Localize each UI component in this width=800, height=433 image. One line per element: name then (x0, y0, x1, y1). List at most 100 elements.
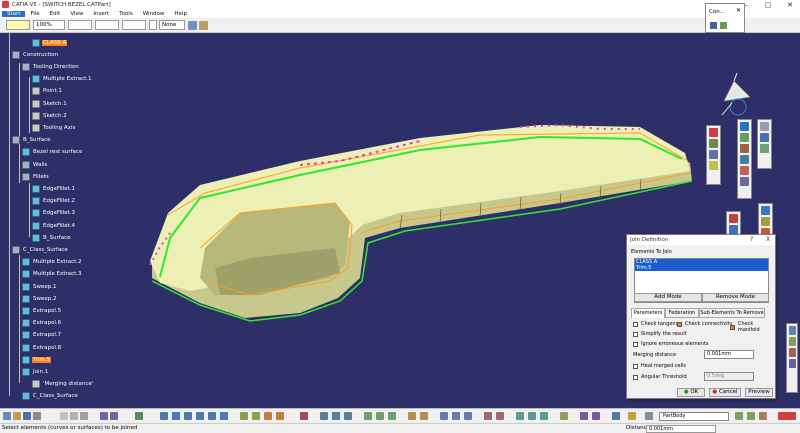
plane-icon[interactable] (344, 412, 352, 420)
angular-threshold-checkbox[interactable]: Angular Threshold (633, 374, 687, 380)
tree-node[interactable]: Trim.5 (22, 355, 51, 364)
measure-icon[interactable] (300, 412, 308, 420)
point-icon[interactable] (320, 412, 328, 420)
ok-button[interactable]: ● OK (677, 388, 705, 397)
print-icon[interactable] (33, 412, 41, 420)
sweep-icon[interactable] (388, 412, 396, 420)
tree-node[interactable]: Extrapol.6 (22, 319, 62, 328)
right-toolbar-3[interactable] (757, 119, 772, 169)
pan-icon[interactable] (172, 412, 180, 420)
draft-analysis-icon[interactable] (592, 412, 600, 420)
translate-icon[interactable] (516, 412, 524, 420)
right-toolbar-6[interactable] (786, 323, 798, 393)
shading-icon[interactable] (252, 412, 260, 420)
tree-node[interactable]: EdgeFillet.1 (32, 184, 76, 193)
offset-icon[interactable] (408, 412, 416, 420)
extract-icon[interactable] (484, 412, 492, 420)
tree-node[interactable]: Extrapol.7 (22, 331, 62, 340)
right-toolbar-2[interactable] (737, 119, 752, 199)
tree-node[interactable]: Sweep.1 (22, 282, 58, 291)
line-thickness-select[interactable] (68, 20, 92, 30)
iso-view-icon[interactable] (240, 412, 248, 420)
tree-node[interactable]: B_Surface (32, 233, 71, 242)
tree-node[interactable]: C_Class_Surface (12, 245, 69, 254)
copy-icon[interactable] (70, 412, 78, 420)
rotate-icon[interactable] (184, 412, 192, 420)
body-select[interactable]: PartBody (659, 412, 729, 421)
color-picker[interactable] (6, 20, 30, 30)
transparency-select[interactable]: 100% (33, 20, 65, 30)
menu-insert[interactable]: Insert (88, 11, 114, 17)
tree-node[interactable]: Multiple Extract.3 (22, 270, 83, 279)
tree-node[interactable]: EdgeFillet.4 (32, 221, 76, 230)
tree-node[interactable]: Tooling Direction (22, 62, 80, 71)
paste-icon[interactable] (80, 412, 88, 420)
cancel-button[interactable]: ● Cancel (709, 388, 741, 397)
geometrical-set-icon[interactable] (759, 412, 767, 420)
tree-node[interactable]: B_Surface (12, 136, 51, 145)
heal-merged-cells-checkbox[interactable]: Heal merged cells (633, 363, 686, 369)
tree-node[interactable]: Walls (22, 160, 48, 169)
specification-tree[interactable]: CLASS A Construction Tooling Direction Mult… (0, 33, 200, 408)
line-icon[interactable] (332, 412, 340, 420)
menu-tools[interactable]: Tools (114, 11, 138, 17)
menu-file[interactable]: File (25, 11, 44, 17)
con-icon-1[interactable] (710, 22, 717, 29)
menu-window[interactable]: Window (138, 11, 170, 17)
tree-node[interactable]: Bezel rest surface (22, 148, 83, 157)
new-icon[interactable] (3, 412, 11, 420)
distance-field[interactable]: 0.001mm (646, 425, 716, 433)
body-option-icon[interactable] (735, 412, 743, 420)
con-icon-2[interactable] (720, 22, 727, 29)
tree-node[interactable]: Fillets (22, 172, 50, 181)
list-item[interactable]: Trim.5 (635, 265, 768, 271)
layer-icon[interactable] (149, 20, 157, 30)
tree-node[interactable]: Point.1 (32, 87, 63, 96)
analysis-icon[interactable] (580, 412, 588, 420)
fog-icon[interactable] (135, 412, 143, 420)
graphic-properties-icon[interactable] (199, 21, 208, 30)
zoom-out-icon[interactable] (208, 412, 216, 420)
tree-node[interactable]: Tooling Axis (32, 123, 76, 132)
tab-parameters[interactable]: Parameters (631, 308, 665, 318)
tree-node[interactable]: Extrapol.8 (22, 343, 62, 352)
maximize-icon[interactable]: ▢ (758, 0, 778, 9)
right-toolbar-1[interactable] (706, 125, 721, 185)
remove-mode-button[interactable]: Remove Mode (702, 293, 769, 302)
check-tangency-checkbox[interactable]: Check tangency (633, 321, 681, 327)
revolve-icon[interactable] (376, 412, 384, 420)
tree-node[interactable]: Join.1 (22, 367, 49, 376)
axis-system-icon[interactable] (612, 412, 620, 420)
tab-federation[interactable]: Federation (665, 308, 699, 318)
body-icon[interactable] (645, 412, 653, 420)
tree-node[interactable]: Multiple Extract.1 (32, 75, 93, 84)
fillet-icon[interactable] (496, 412, 504, 420)
line-type-select[interactable] (95, 20, 119, 30)
split-icon[interactable] (452, 412, 460, 420)
tree-node[interactable]: 'Merging distance' (32, 380, 94, 389)
close-icon[interactable]: X (766, 235, 770, 245)
tree-node[interactable]: Extrapol.5 (22, 306, 62, 315)
formula-icon[interactable] (628, 412, 636, 420)
rotate-element-icon[interactable] (528, 412, 536, 420)
simplify-checkbox[interactable]: Simplify the result (633, 331, 687, 337)
hide-show-icon[interactable] (264, 412, 272, 420)
check-manifold-checkbox[interactable]: Check manifold (730, 321, 775, 333)
extrude-icon[interactable] (364, 412, 372, 420)
save-icon[interactable] (23, 412, 31, 420)
symmetry-icon[interactable] (540, 412, 548, 420)
tab-sub-elements[interactable]: Sub-Elements To Remove (699, 308, 765, 318)
tree-node[interactable]: C_Class_Surface (22, 392, 79, 401)
zoom-in-icon[interactable] (196, 412, 204, 420)
cut-icon[interactable] (60, 412, 68, 420)
undo-icon[interactable] (100, 412, 108, 420)
tree-node[interactable]: Multiple Extract.2 (22, 258, 83, 267)
tree-node[interactable]: Sweep.2 (22, 294, 58, 303)
close-icon[interactable]: ✕ (736, 7, 741, 14)
swap-space-icon[interactable] (276, 412, 284, 420)
help-icon[interactable]: ? (750, 235, 753, 245)
con-dialog[interactable]: Con... ✕ (705, 3, 745, 33)
join-icon[interactable] (440, 412, 448, 420)
merging-distance-field[interactable]: 0.001mm (704, 350, 754, 359)
menu-edit[interactable]: Edit (45, 11, 66, 17)
